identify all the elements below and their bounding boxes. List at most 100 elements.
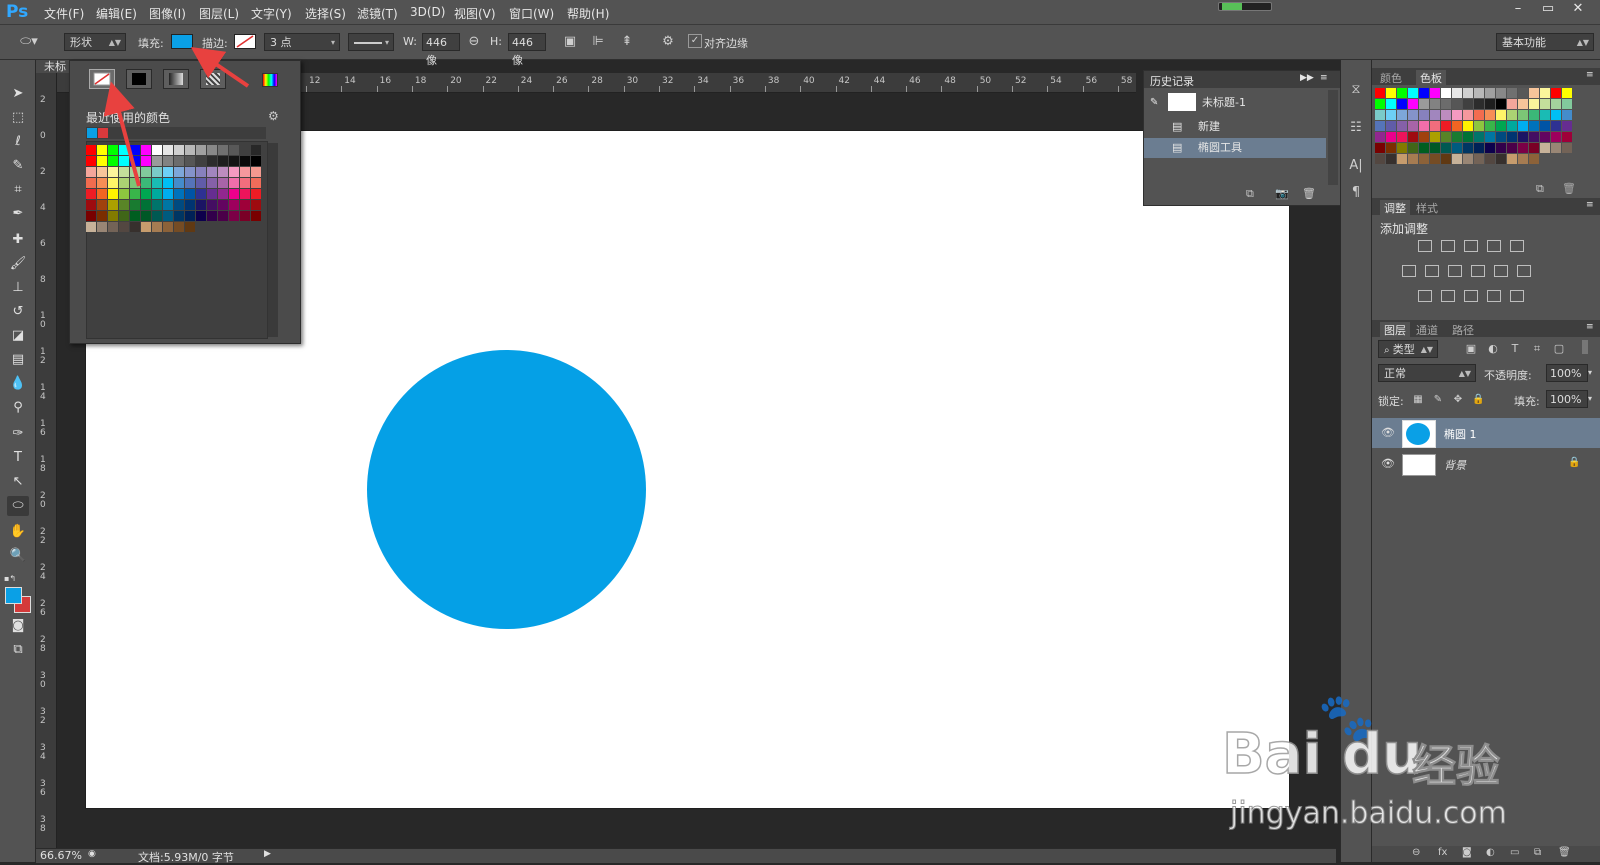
layer-filter-select[interactable]: ⌕ 类型 ▲▼ — [1378, 340, 1438, 358]
color-swatch[interactable] — [1397, 132, 1407, 142]
color-swatch[interactable] — [1386, 99, 1396, 109]
history-item[interactable]: ▤ 新建 — [1144, 117, 1326, 137]
color-swatch[interactable] — [1408, 110, 1418, 120]
color-swatch[interactable] — [1463, 132, 1473, 142]
filter-smart-object-icon[interactable]: ▢ — [1552, 341, 1566, 357]
color-swatch[interactable] — [1386, 154, 1396, 164]
blend-mode-select[interactable]: 正常 ▲▼ — [1378, 364, 1476, 382]
panel-menu-icon[interactable]: ≡ — [1320, 73, 1328, 83]
layer-row[interactable]: 👁 椭圆 1 — [1372, 418, 1600, 448]
posterize-icon[interactable] — [1441, 290, 1455, 302]
status-menu-arrow-icon[interactable]: ▶ — [264, 849, 271, 859]
character-panel-icon[interactable]: A| — [1348, 158, 1364, 174]
color-swatch[interactable] — [1562, 143, 1572, 153]
color-swatch[interactable] — [1408, 143, 1418, 153]
color-swatch[interactable] — [1507, 121, 1517, 131]
filter-pixel-icon[interactable]: ▣ — [1464, 341, 1478, 357]
zoom-level[interactable]: 66.67% — [40, 849, 82, 862]
color-swatch[interactable] — [1375, 88, 1385, 98]
color-swatch[interactable] — [1496, 121, 1506, 131]
color-swatch[interactable] — [1463, 143, 1473, 153]
color-swatch[interactable] — [1485, 132, 1495, 142]
color-swatch[interactable] — [1463, 88, 1473, 98]
color-swatch[interactable] — [1463, 121, 1473, 131]
color-swatch[interactable] — [1375, 154, 1385, 164]
paragraph-panel-icon[interactable]: ¶ — [1348, 185, 1364, 201]
layer-row[interactable]: 👁 背景 🔒 — [1372, 449, 1600, 479]
color-swatch[interactable] — [1540, 99, 1550, 109]
color-swatch[interactable] — [1375, 110, 1385, 120]
new-document-from-state-icon[interactable]: ⧉ — [1246, 187, 1254, 201]
color-swatch[interactable] — [1518, 154, 1528, 164]
expand-icon[interactable]: ▶▶ — [1300, 73, 1314, 83]
color-swatch[interactable] — [1463, 99, 1473, 109]
color-swatch[interactable] — [1562, 110, 1572, 120]
color-swatch[interactable] — [1496, 110, 1506, 120]
eye-icon[interactable]: 👁 — [1381, 426, 1395, 439]
color-swatch[interactable] — [1386, 88, 1396, 98]
panel-menu-icon[interactable]: ≡ — [1586, 70, 1594, 80]
color-swatch[interactable] — [1551, 99, 1561, 109]
color-balance-icon[interactable] — [1425, 265, 1439, 277]
opacity-input[interactable]: 100% — [1546, 364, 1588, 382]
color-swatch[interactable] — [1452, 154, 1462, 164]
color-swatch[interactable] — [1529, 154, 1539, 164]
filter-adjustment-icon[interactable]: ◐ — [1486, 341, 1500, 357]
color-swatch[interactable] — [1419, 154, 1429, 164]
color-swatch[interactable] — [1551, 110, 1561, 120]
color-swatch[interactable] — [1518, 121, 1528, 131]
color-swatch[interactable] — [1518, 132, 1528, 142]
tab-color[interactable]: 颜色 — [1380, 70, 1402, 86]
color-swatch[interactable] — [1419, 143, 1429, 153]
color-swatch[interactable] — [1397, 99, 1407, 109]
color-swatch[interactable] — [1529, 143, 1539, 153]
trash-icon[interactable]: 🗑 — [1562, 182, 1576, 195]
color-swatch[interactable] — [1529, 132, 1539, 142]
new-swatch-icon[interactable]: ⧉ — [1536, 182, 1544, 196]
selective-color-icon[interactable] — [1487, 290, 1501, 302]
color-swatch[interactable] — [1452, 88, 1462, 98]
color-swatch[interactable] — [1397, 110, 1407, 120]
color-swatch[interactable] — [1441, 121, 1451, 131]
color-swatch[interactable] — [1386, 110, 1396, 120]
color-swatch[interactable] — [1562, 132, 1572, 142]
color-swatch[interactable] — [1386, 121, 1396, 131]
color-swatch[interactable] — [1441, 99, 1451, 109]
color-swatch[interactable] — [1441, 88, 1451, 98]
color-swatch[interactable] — [1474, 110, 1484, 120]
color-swatch[interactable] — [1496, 143, 1506, 153]
layer-style-icon[interactable]: fx — [1438, 847, 1447, 858]
color-swatch[interactable] — [1408, 154, 1418, 164]
color-swatch[interactable] — [1441, 110, 1451, 120]
filter-type-icon[interactable]: T — [1508, 341, 1522, 357]
color-swatch[interactable] — [1485, 154, 1495, 164]
color-swatch[interactable] — [1496, 99, 1506, 109]
color-swatch[interactable] — [1397, 88, 1407, 98]
color-swatch[interactable] — [1419, 88, 1429, 98]
color-swatch[interactable] — [1485, 121, 1495, 131]
tab-styles[interactable]: 样式 — [1416, 200, 1438, 216]
tab-layers[interactable]: 图层 — [1380, 322, 1410, 338]
color-swatch[interactable] — [1408, 121, 1418, 131]
color-swatch[interactable] — [1430, 99, 1440, 109]
color-swatch[interactable] — [1474, 99, 1484, 109]
photo-filter-icon[interactable] — [1471, 265, 1485, 277]
curves-icon[interactable] — [1464, 240, 1478, 252]
panel-menu-icon[interactable]: ≡ — [1586, 322, 1594, 332]
color-swatch[interactable] — [1507, 88, 1517, 98]
color-swatch[interactable] — [1540, 143, 1550, 153]
color-swatch[interactable] — [1529, 110, 1539, 120]
gradient-map-icon[interactable] — [1510, 290, 1524, 302]
threshold-icon[interactable] — [1464, 290, 1478, 302]
color-swatch[interactable] — [1518, 88, 1528, 98]
trash-icon[interactable]: 🗑 — [1558, 847, 1571, 858]
color-swatch[interactable] — [1430, 110, 1440, 120]
color-swatch[interactable] — [1474, 121, 1484, 131]
color-swatch[interactable] — [1540, 121, 1550, 131]
invert-icon[interactable] — [1418, 290, 1432, 302]
color-swatch[interactable] — [1529, 99, 1539, 109]
channel-mixer-icon[interactable] — [1494, 265, 1508, 277]
chevron-down-icon[interactable]: ▾ — [1588, 368, 1592, 377]
color-swatch[interactable] — [1507, 143, 1517, 153]
color-swatch[interactable] — [1551, 132, 1561, 142]
